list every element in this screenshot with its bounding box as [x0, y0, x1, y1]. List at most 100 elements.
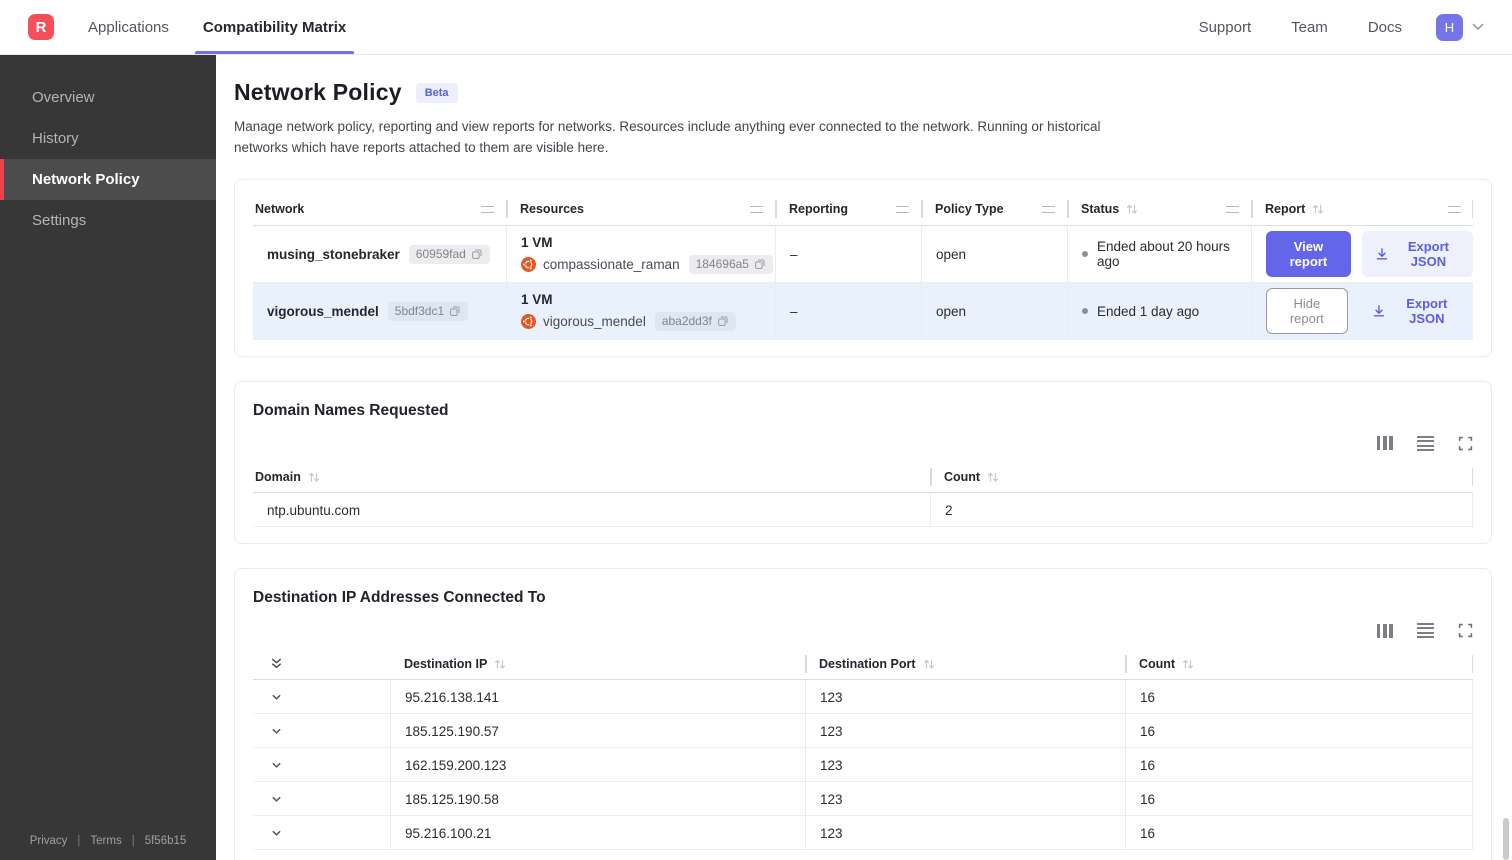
count-cell: 16	[1125, 748, 1472, 783]
column-header-destination-ip[interactable]: Destination IP	[390, 648, 805, 679]
column-resize-handle-icon[interactable]	[1042, 205, 1055, 213]
chevron-down-icon	[272, 728, 281, 734]
fullscreen-icon[interactable]	[1458, 436, 1473, 451]
nav-link-team[interactable]: Team	[1291, 19, 1328, 36]
sort-icon[interactable]	[1311, 202, 1325, 216]
sort-icon[interactable]	[1125, 202, 1139, 216]
reporting-cell: –	[775, 282, 921, 340]
sidebar-item-history[interactable]: History	[0, 118, 216, 159]
column-header-resources[interactable]: Resources	[506, 194, 775, 225]
column-header-domain[interactable]: Domain	[253, 461, 930, 492]
column-resize-handle-icon[interactable]	[1226, 205, 1239, 213]
resource-id-badge[interactable]: aba2dd3f	[654, 311, 736, 331]
column-header-network[interactable]: Network	[253, 194, 506, 225]
table-toolbar	[253, 623, 1473, 639]
chevron-down-icon	[272, 830, 281, 836]
column-header-count[interactable]: Count	[1125, 648, 1473, 679]
destination-table-row[interactable]: 95.216.100.21 123 16	[253, 816, 1473, 851]
sort-icon[interactable]	[493, 657, 507, 671]
domain-table-header: Domain Count	[253, 461, 1473, 494]
export-json-button[interactable]: Export JSON	[1359, 288, 1473, 334]
resources-cell: 1 VM vigorous_mendel aba2dd3f	[506, 282, 775, 340]
columns-icon[interactable]	[1376, 436, 1393, 451]
destination-table-row[interactable]: 95.216.138.141 123 16	[253, 680, 1473, 715]
destination-ips-card: Destination IP Addresses Connected To De…	[234, 568, 1492, 860]
row-expander[interactable]	[253, 782, 390, 816]
sidebar-item-network-policy[interactable]: Network Policy	[0, 159, 216, 200]
copy-icon	[755, 259, 765, 270]
view-report-button[interactable]: View report	[1266, 231, 1351, 278]
card-title: Domain Names Requested	[253, 401, 449, 419]
page-scrollbar-thumb[interactable]	[1503, 818, 1509, 860]
domain-table-row[interactable]: ntp.ubuntu.com 2	[253, 493, 1473, 528]
brand-logo[interactable]: R	[28, 14, 54, 40]
column-resize-handle-icon[interactable]	[1448, 205, 1461, 213]
sort-icon[interactable]	[307, 470, 321, 484]
export-json-button[interactable]: Export JSON	[1361, 231, 1473, 278]
destination-table-header: Destination IP Destination Port Count	[253, 648, 1473, 681]
hide-report-button[interactable]: Hide report	[1266, 288, 1348, 335]
nav-link-support[interactable]: Support	[1199, 19, 1252, 36]
sort-icon[interactable]	[1181, 657, 1195, 671]
count-cell: 16	[1125, 680, 1472, 715]
column-header-policy-type[interactable]: Policy Type	[921, 194, 1067, 225]
network-id-badge[interactable]: 5bdf3dc1	[387, 301, 469, 321]
destination-table-row[interactable]: 185.125.190.58 123 16	[253, 782, 1473, 817]
network-id-badge[interactable]: 60959fad	[408, 244, 490, 264]
row-expander[interactable]	[253, 816, 390, 850]
sort-icon[interactable]	[922, 657, 936, 671]
count-cell: 2	[930, 493, 1472, 528]
destination-port-cell: 123	[805, 748, 1125, 783]
expand-all-rows-button[interactable]	[253, 648, 390, 679]
rows-icon[interactable]	[1417, 435, 1434, 452]
destination-port-cell: 123	[805, 816, 1125, 851]
privacy-link[interactable]: Privacy	[30, 835, 68, 847]
resource-name[interactable]: compassionate_raman	[543, 257, 680, 272]
avatar[interactable]: H	[1436, 13, 1463, 41]
network-table-row[interactable]: vigorous_mendel 5bdf3dc1 1 VM vigorous_m…	[253, 282, 1473, 340]
fullscreen-icon[interactable]	[1458, 623, 1473, 638]
table-toolbar	[253, 435, 1473, 452]
status-cell: Ended 1 day ago	[1067, 282, 1251, 340]
network-policy-table-card: Network Resources Reporting Policy Type …	[234, 178, 1492, 357]
row-expander[interactable]	[253, 680, 390, 714]
column-header-count[interactable]: Count	[930, 461, 1473, 492]
columns-icon[interactable]	[1376, 623, 1393, 638]
chevron-down-icon	[272, 694, 281, 700]
destination-table-row[interactable]: 185.125.190.57 123 16	[253, 714, 1473, 749]
column-header-report[interactable]: Report	[1251, 194, 1473, 225]
row-expander[interactable]	[253, 714, 390, 748]
network-table-row[interactable]: musing_stonebraker 60959fad 1 VM compass…	[253, 225, 1473, 283]
nav-tab-applications[interactable]: Applications	[88, 0, 169, 54]
nav-link-docs[interactable]: Docs	[1368, 19, 1402, 36]
copy-icon	[450, 306, 460, 317]
row-expander[interactable]	[253, 748, 390, 782]
card-title: Destination IP Addresses Connected To	[253, 589, 546, 607]
sidebar-item-overview[interactable]: Overview	[0, 77, 216, 118]
terms-link[interactable]: Terms	[90, 835, 121, 847]
column-header-status[interactable]: Status	[1067, 194, 1251, 225]
reporting-cell: –	[775, 225, 921, 283]
column-header-destination-port[interactable]: Destination Port	[805, 648, 1125, 679]
column-resize-handle-icon[interactable]	[481, 205, 494, 213]
resource-id-badge[interactable]: 184696a5	[688, 254, 773, 274]
destination-ip-cell: 162.159.200.123	[390, 748, 805, 783]
report-cell: Hide report Export JSON	[1251, 282, 1473, 340]
network-cell: musing_stonebraker 60959fad	[253, 226, 506, 283]
column-resize-handle-icon[interactable]	[750, 205, 763, 213]
sidebar-item-settings[interactable]: Settings	[0, 200, 216, 241]
column-resize-handle-icon[interactable]	[896, 205, 909, 213]
resources-cell: 1 VM compassionate_raman 184696a5	[506, 225, 775, 283]
rows-icon[interactable]	[1417, 623, 1434, 639]
sidebar: Overview History Network Policy Settings…	[0, 55, 216, 860]
nav-tab-compatibility-matrix[interactable]: Compatibility Matrix	[194, 0, 355, 54]
destination-port-cell: 123	[805, 714, 1125, 749]
column-header-reporting[interactable]: Reporting	[775, 194, 921, 225]
resource-name[interactable]: vigorous_mendel	[543, 314, 646, 329]
status-dot	[1082, 308, 1088, 315]
user-menu[interactable]: H	[1436, 13, 1484, 41]
destination-table-row[interactable]: 162.159.200.123 123 16	[253, 748, 1473, 783]
build-hash: 5f56b15	[144, 835, 187, 847]
sort-icon[interactable]	[986, 470, 1000, 484]
domain-cell: ntp.ubuntu.com	[267, 502, 361, 518]
